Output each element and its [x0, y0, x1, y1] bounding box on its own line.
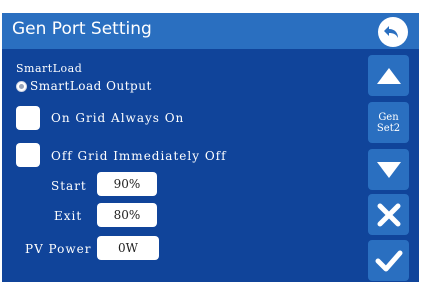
pv-power-label: PV Power: [25, 242, 92, 256]
scroll-up-button[interactable]: [368, 55, 409, 96]
gen-set2-label-line1: Gen: [378, 111, 399, 123]
up-triangle-icon: [376, 67, 401, 84]
confirm-button[interactable]: [368, 240, 409, 281]
on-grid-always-on-label: On Grid Always On: [51, 111, 185, 125]
radio-dot: [19, 83, 24, 89]
back-arrow-icon: [384, 26, 398, 38]
checkmark-icon: [375, 250, 402, 271]
screen: Gen Port Setting SmartLoad SmartLoad Out…: [0, 0, 421, 284]
smartload-output-radio[interactable]: [16, 80, 27, 92]
page-title: Gen Port Setting: [12, 19, 152, 39]
exit-label: Exit: [54, 209, 83, 223]
smartload-output-label: SmartLoad Output: [30, 79, 152, 93]
close-icon: [377, 203, 400, 226]
header-bar: Gen Port Setting: [2, 13, 419, 49]
exit-input[interactable]: 80%: [97, 203, 157, 227]
cancel-button[interactable]: [368, 194, 409, 235]
gen-set2-button[interactable]: Gen Set2: [368, 102, 409, 143]
smartload-section-title: SmartLoad: [16, 62, 83, 75]
gen-set2-label-line2: Set2: [376, 122, 401, 134]
back-button[interactable]: [378, 17, 408, 47]
down-triangle-icon: [376, 161, 401, 178]
off-grid-immediately-off-checkbox[interactable]: [16, 143, 40, 167]
off-grid-immediately-off-label: Off Grid Immediately Off: [51, 149, 227, 163]
pv-power-input[interactable]: 0W: [97, 236, 159, 260]
smartload-output-radio-row[interactable]: SmartLoad Output: [16, 79, 152, 93]
on-grid-always-on-checkbox[interactable]: [16, 106, 40, 130]
main-panel: SmartLoad SmartLoad Output On Grid Alway…: [2, 49, 419, 282]
start-label: Start: [51, 179, 87, 193]
start-input[interactable]: 90%: [97, 172, 157, 196]
scroll-down-button[interactable]: [368, 149, 409, 190]
